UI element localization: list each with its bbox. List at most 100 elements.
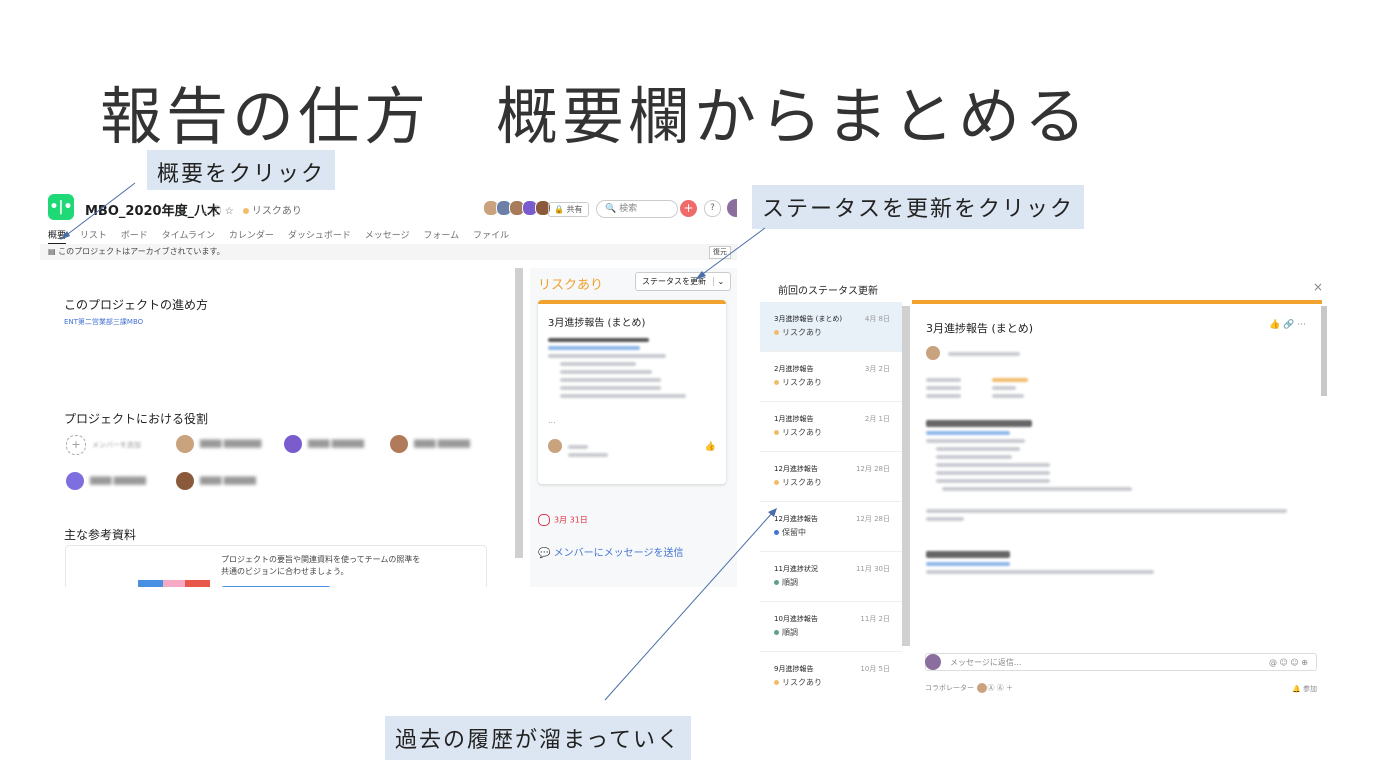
project-risk-label[interactable]: リスクあり [252, 206, 302, 217]
history-item-status: 順調 [782, 578, 798, 587]
status-card-body [548, 334, 716, 402]
chat-icon: 💬 [538, 548, 554, 559]
status-dot-icon [774, 680, 779, 685]
status-card[interactable]: 3月進捗報告 (まとめ) ... 👍 [538, 300, 726, 484]
project-logo-icon[interactable]: •|• [48, 194, 74, 220]
user-avatar [925, 654, 941, 670]
add-button[interactable]: + [680, 200, 697, 217]
history-header: 前回のステータス更新 [778, 286, 878, 297]
member-item[interactable]: ████ ██████ [176, 472, 256, 490]
project-tabs: 概要 リスト ボード タイムライン カレンダー ダッシュボード メッセージ フォ… [48, 228, 520, 245]
references-heading: 主な参考資料 [64, 528, 137, 542]
scrollbar[interactable] [515, 268, 523, 558]
member-item[interactable]: ████ ██████ [390, 435, 470, 453]
close-icon[interactable]: × [1313, 280, 1323, 294]
member-item[interactable]: ████ ██████ [284, 435, 364, 453]
search-input[interactable]: 🔍 検索 [596, 200, 678, 218]
history-scrollbar[interactable] [902, 306, 910, 646]
history-item[interactable]: 12月進捗報告 12月 28日 保留中 [760, 502, 902, 552]
how-to-heading: このプロジェクトの進め方 [64, 298, 209, 312]
history-list: 3月進捗報告 (まとめ) 4月 8日 リスクあり 2月進捗報告 3月 2日 リス… [760, 302, 902, 702]
history-item-status: リスクあり [782, 678, 822, 687]
help-button[interactable]: ? [704, 200, 721, 217]
references-card: プロジェクトの要旨や関連資料を使ってチームの照準を 共通のビジョンに合わせましょ… [65, 545, 487, 587]
detail-scrollbar[interactable] [1321, 306, 1327, 396]
tab-board[interactable]: ボード [121, 231, 148, 241]
tab-forms[interactable]: フォーム [423, 231, 459, 241]
calendar-icon [538, 514, 550, 526]
tab-dashboard[interactable]: ダッシュボード [288, 231, 351, 241]
callout-history: 過去の履歴が溜まっていく [385, 716, 692, 760]
history-item-date: 2月 1日 [864, 415, 890, 423]
status-history-screenshot: 前回のステータス更新 × 3月進捗報告 (まとめ) 4月 8日 リスクあり 2月… [760, 280, 1331, 702]
tab-calendar[interactable]: カレンダー [229, 231, 274, 241]
project-overview-screenshot: •|• MBO_2020年度_八木 ⌄ ⓘ ☆ リスクあり 🔒 共有 🔍 検索 … [40, 190, 737, 587]
like-icon[interactable]: 👍 [705, 442, 716, 452]
history-item-status: リスクあり [782, 378, 822, 387]
due-date-label: 3月 31日 [554, 515, 588, 525]
history-item[interactable]: 9月進捗報告 10月 5日 リスクあり [760, 652, 902, 702]
send-message-label: メンバーにメッセージを送信 [553, 548, 684, 559]
history-item-status: リスクあり [782, 478, 822, 487]
join-button[interactable]: 🔔 参加 [1292, 684, 1317, 694]
add-member-label: メンバーを追加 [92, 441, 141, 449]
tab-overview[interactable]: 概要 [48, 231, 67, 245]
history-item[interactable]: 3月進捗報告 (まとめ) 4月 8日 リスクあり [760, 302, 902, 352]
history-item-date: 3月 2日 [864, 365, 890, 373]
reply-input[interactable]: メッセージに返信... @ ☺ ☺ ⊕ [925, 653, 1317, 671]
user-avatar[interactable] [727, 199, 737, 217]
history-item[interactable]: 12月進捗報告 12月 28日 リスクあり [760, 452, 902, 502]
detail-body [926, 416, 1306, 578]
status-color-bar [912, 300, 1322, 304]
archive-icon: ▤ [48, 247, 59, 256]
plus-icon[interactable]: ＋ [1006, 684, 1013, 692]
update-status-button[interactable]: ステータスを更新 ⌄ [635, 272, 732, 291]
update-status-label: ステータスを更新 [642, 277, 706, 286]
tab-timeline[interactable]: タイムライン [162, 231, 215, 241]
member-item[interactable]: ████ ██████ [66, 472, 146, 490]
member-item[interactable]: ████ ███████ [176, 435, 261, 453]
due-date[interactable]: 3月 31日 [538, 514, 588, 526]
restore-button[interactable]: 復元 [709, 246, 731, 259]
team-link[interactable]: ENT第二営業部三課MBO [64, 317, 143, 327]
collaborators: コラボレーター Ⓐ Ⓐ ＋ [925, 682, 1013, 694]
project-meta: ⌄ ⓘ ☆ リスクあり [200, 202, 302, 217]
author-info [568, 441, 618, 461]
plus-icon: + [66, 435, 86, 455]
status-card-more: ... [548, 416, 556, 425]
avatar [284, 435, 302, 453]
chevron-down-icon[interactable]: ⌄ [712, 277, 725, 286]
member-avatars[interactable] [483, 200, 551, 220]
reply-placeholder: メッセージに返信... [950, 658, 1022, 667]
tab-messages[interactable]: メッセージ [365, 231, 410, 241]
history-item[interactable]: 1月進捗報告 2月 1日 リスクあり [760, 402, 902, 452]
send-message-link[interactable]: 💬 メンバーにメッセージを送信 [538, 544, 683, 559]
references-add-button[interactable] [221, 586, 331, 587]
history-item[interactable]: 10月進捗報告 11月 2日 順調 [760, 602, 902, 652]
share-button[interactable]: 🔒 共有 [548, 202, 589, 217]
history-item[interactable]: 11月進捗状況 11月 30日 順調 [760, 552, 902, 602]
status-detail: 3月進捗報告 (まとめ) 👍 🔗 ··· [912, 300, 1322, 650]
tab-list[interactable]: リスト [80, 231, 107, 241]
project-meta-icons[interactable]: ⌄ ⓘ ☆ [200, 206, 234, 217]
history-item-status: 保留中 [782, 528, 806, 537]
tab-files[interactable]: ファイル [473, 231, 509, 241]
share-label: 共有 [566, 205, 583, 214]
history-item-status: リスクあり [782, 428, 822, 437]
avatar [176, 435, 194, 453]
person-icon[interactable]: Ⓐ [987, 684, 994, 692]
status-dot-icon [774, 480, 779, 485]
avatar [66, 472, 84, 490]
detail-actions-icon[interactable]: 👍 🔗 ··· [1269, 320, 1306, 330]
person-icon[interactable]: Ⓐ [997, 684, 1004, 692]
avatar [390, 435, 408, 453]
status-dot-icon [774, 530, 779, 535]
risk-dot-icon [242, 208, 249, 214]
add-member-button[interactable]: + メンバーを追加 [66, 435, 141, 455]
status-side-panel: リスクあり ステータスを更新 ⌄ 3月進捗報告 (まとめ) ... 👍 3月 3… [530, 268, 737, 587]
references-text-1: プロジェクトの要旨や関連資料を使ってチームの照準を [221, 555, 421, 564]
archive-notice-bar: ▤ このプロジェクトはアーカイブされています。 復元 [40, 244, 737, 260]
author-avatar [926, 346, 940, 360]
composer-tools-icon[interactable]: @ ☺ ☺ ⊕ [1269, 654, 1308, 672]
history-item[interactable]: 2月進捗報告 3月 2日 リスクあり [760, 352, 902, 402]
